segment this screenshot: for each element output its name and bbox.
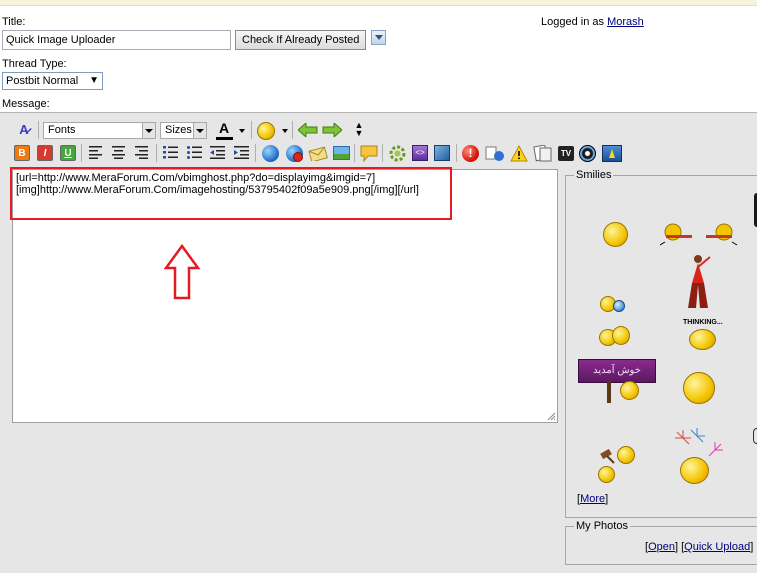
smiley-rolleyes-icon[interactable] (603, 222, 628, 247)
smiley-wink-icon[interactable] (612, 326, 630, 345)
up-arrow-icon (164, 244, 200, 300)
warning-icon[interactable] (510, 145, 528, 162)
username-link[interactable]: Morash (607, 16, 644, 28)
thread-type-select[interactable]: Postbit Normal ▼ (2, 72, 103, 90)
unlink-icon[interactable] (286, 145, 303, 162)
fonts-label: Fonts (48, 124, 76, 136)
smiley-blush-icon[interactable] (680, 457, 709, 484)
sizes-select[interactable]: Sizes (160, 122, 207, 139)
photo-links: [Open] [Quick Upload] (645, 541, 754, 553)
video-icon[interactable]: TV (558, 146, 574, 161)
align-center-icon[interactable] (112, 146, 126, 159)
code-icon[interactable]: <> (412, 145, 428, 161)
bold-button[interactable]: B (14, 145, 30, 161)
logged-in-prefix: Logged in as (541, 16, 604, 28)
toolbar-separator (81, 144, 82, 162)
smiley-sad-icon[interactable] (598, 466, 615, 483)
smiley-dancer-icon[interactable] (686, 253, 712, 313)
translate-icon[interactable] (485, 146, 505, 162)
chevron-down-icon (193, 123, 206, 138)
thread-type-value: Postbit Normal (6, 75, 79, 87)
font-color-swatch (216, 137, 233, 140)
message-label: Message: (2, 98, 50, 110)
alert-icon[interactable]: ! (462, 145, 479, 162)
quick-upload-link[interactable]: Quick Upload (684, 541, 750, 553)
smiley-fireworks-icon[interactable] (671, 428, 726, 460)
smiley-friend-icon[interactable] (613, 300, 625, 312)
chevron-down-icon (142, 123, 155, 138)
banner-pole (607, 381, 611, 403)
smiley-thinking-icon[interactable] (689, 329, 716, 350)
resize-toggle-icon[interactable]: ▲ ▼ (351, 121, 367, 138)
title-input[interactable] (2, 30, 231, 50)
font-color-icon[interactable]: A (216, 120, 232, 136)
remove-format-icon[interactable]: A̷ (16, 122, 32, 138)
smiley-menu-icon[interactable] (257, 122, 275, 140)
smiley-angry-icon[interactable] (617, 446, 635, 464)
flame-icon (609, 149, 615, 158)
fonts-select[interactable]: Fonts (43, 122, 156, 139)
smiley-tug-of-war-icon[interactable] (660, 220, 738, 246)
smilies-legend: Smilies (574, 169, 614, 181)
toolbar-separator (38, 121, 39, 139)
open-photos-link[interactable]: Open (648, 541, 675, 553)
quote-icon[interactable] (360, 145, 378, 162)
more-link-wrapper: [More] (577, 493, 609, 505)
ordered-list-icon[interactable] (163, 146, 178, 159)
toolbar-separator (382, 144, 383, 162)
italic-button[interactable]: I (37, 145, 53, 161)
insert-image-icon[interactable] (333, 146, 350, 160)
globe-link-icon[interactable] (262, 145, 279, 162)
chevron-down-icon[interactable] (239, 129, 245, 133)
indent-icon[interactable] (234, 146, 249, 159)
media-disc-icon[interactable] (579, 145, 596, 162)
chevron-down-icon[interactable] (282, 129, 288, 133)
welcome-banner-image[interactable]: خوش آمدید (578, 359, 656, 383)
thread-type-label: Thread Type: (2, 58, 67, 70)
toolbar-separator (251, 121, 252, 139)
title-dropdown-icon[interactable] (371, 30, 386, 45)
align-left-icon[interactable] (89, 146, 103, 159)
scroll-edge-image (753, 428, 757, 444)
top-strip (0, 0, 757, 6)
sizes-label: Sizes (165, 124, 192, 136)
outdent-icon[interactable] (210, 146, 225, 159)
font-color-letter: A (218, 120, 230, 136)
email-link-icon[interactable] (308, 146, 328, 161)
more-smilies-link[interactable]: More (580, 493, 605, 505)
toolbar-separator (354, 144, 355, 162)
title-label: Title: (2, 16, 26, 28)
my-photos-legend: My Photos (574, 520, 630, 532)
remove-badge-icon (293, 152, 303, 162)
redo-icon[interactable] (322, 123, 342, 137)
highlight-box (10, 167, 452, 220)
resize-grip-icon[interactable] (546, 411, 556, 421)
logged-in-text: Logged in as Morash (541, 16, 644, 28)
smiley-hammer-icon[interactable] (599, 448, 617, 464)
unordered-list-icon[interactable] (187, 146, 202, 159)
php-code-icon[interactable] (434, 145, 450, 161)
toolbar-separator (255, 144, 256, 162)
toolbar-separator (292, 121, 293, 139)
check-posted-button[interactable]: Check If Already Posted (235, 30, 367, 50)
chevron-down-icon: ▼ (89, 75, 99, 86)
spoiler-icon[interactable] (533, 145, 553, 162)
settings-gear-icon[interactable] (389, 145, 406, 162)
align-right-icon[interactable] (135, 146, 149, 159)
undo-icon[interactable] (298, 123, 318, 137)
underline-button[interactable]: U (60, 145, 76, 161)
toolbar-separator (456, 144, 457, 162)
toolbar-separator (156, 144, 157, 162)
smiley-big-grin-icon[interactable] (683, 372, 715, 404)
thinking-caption: THINKING... (683, 319, 723, 326)
upload-icon[interactable] (602, 145, 622, 162)
smiley-holding-sign-icon[interactable] (620, 381, 639, 400)
